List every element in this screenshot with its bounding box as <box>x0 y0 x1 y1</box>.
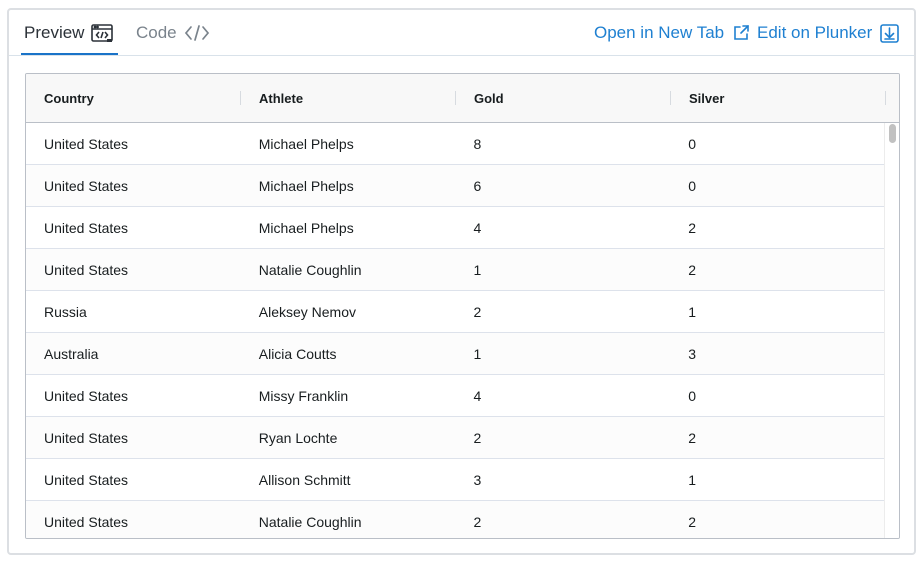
cell-athlete[interactable]: Allison Schmitt <box>241 459 456 500</box>
open-new-tab-label: Open in New Tab <box>594 23 725 42</box>
cell-gold[interactable]: 4 <box>456 375 671 416</box>
column-header-silver[interactable]: Silver <box>671 74 886 122</box>
column-header-country[interactable]: Country <box>26 74 241 122</box>
edit-on-plunker-link[interactable]: Edit on Plunker <box>757 22 900 44</box>
cell-gold[interactable]: 8 <box>456 123 671 164</box>
cell-silver[interactable]: 1 <box>670 459 885 500</box>
table-row[interactable]: United States Michael Phelps 6 0 <box>26 165 885 207</box>
cell-country[interactable]: United States <box>26 207 241 248</box>
cell-athlete[interactable]: Michael Phelps <box>241 165 456 206</box>
table-row[interactable]: United States Michael Phelps 8 0 <box>26 123 885 165</box>
cell-silver[interactable]: 0 <box>670 123 885 164</box>
cell-gold[interactable]: 4 <box>456 207 671 248</box>
vertical-scrollbar[interactable] <box>884 123 899 538</box>
external-link-icon <box>732 24 750 42</box>
open-new-tab-link[interactable]: Open in New Tab <box>594 22 750 44</box>
data-grid: Country Athlete Gold Silver United State… <box>25 73 900 539</box>
table-row[interactable]: United States Natalie Coughlin 1 2 <box>26 249 885 291</box>
cell-athlete[interactable]: Natalie Coughlin <box>241 249 456 290</box>
tab-preview-label: Preview <box>24 23 85 42</box>
cell-athlete[interactable]: Natalie Coughlin <box>241 501 456 538</box>
cell-silver[interactable]: 0 <box>670 375 885 416</box>
download-box-icon <box>880 23 900 43</box>
cell-silver[interactable]: 0 <box>670 165 885 206</box>
cell-athlete[interactable]: Michael Phelps <box>241 123 456 164</box>
cell-gold[interactable]: 2 <box>456 501 671 538</box>
column-header-athlete[interactable]: Athlete <box>241 74 456 122</box>
cell-silver[interactable]: 2 <box>670 207 885 248</box>
tab-preview[interactable]: Preview <box>24 22 114 44</box>
column-header-label: Gold <box>474 90 504 106</box>
tabs-bar: Preview Code Open in New Tab Edit on Plu… <box>9 10 914 56</box>
table-row[interactable]: United States Allison Schmitt 3 1 <box>26 459 885 501</box>
cell-athlete[interactable]: Ryan Lochte <box>241 417 456 458</box>
cell-country[interactable]: United States <box>26 123 241 164</box>
cell-silver[interactable]: 2 <box>670 417 885 458</box>
cell-athlete[interactable]: Alicia Coutts <box>241 333 456 374</box>
cell-gold[interactable]: 2 <box>456 291 671 332</box>
cell-gold[interactable]: 6 <box>456 165 671 206</box>
column-header-label: Country <box>44 90 94 106</box>
browser-code-icon <box>91 23 114 43</box>
cell-silver[interactable]: 1 <box>670 291 885 332</box>
cell-country[interactable]: United States <box>26 459 241 500</box>
grid-header: Country Athlete Gold Silver <box>26 74 899 123</box>
cell-athlete[interactable]: Aleksey Nemov <box>241 291 456 332</box>
scrollbar-thumb[interactable] <box>889 124 896 143</box>
table-row[interactable]: United States Missy Franklin 4 0 <box>26 375 885 417</box>
cell-country[interactable]: United States <box>26 249 241 290</box>
table-row[interactable]: Australia Alicia Coutts 1 3 <box>26 333 885 375</box>
example-frame: Preview Code Open in New Tab Edit on Plu… <box>7 8 916 555</box>
cell-athlete[interactable]: Michael Phelps <box>241 207 456 248</box>
table-row[interactable]: United States Ryan Lochte 2 2 <box>26 417 885 459</box>
cell-country[interactable]: United States <box>26 417 241 458</box>
cell-country[interactable]: Australia <box>26 333 241 374</box>
column-resize-handle[interactable] <box>885 91 886 105</box>
cell-silver[interactable]: 2 <box>670 249 885 290</box>
cell-country[interactable]: Russia <box>26 291 241 332</box>
cell-gold[interactable]: 2 <box>456 417 671 458</box>
cell-country[interactable]: United States <box>26 375 241 416</box>
cell-country[interactable]: United States <box>26 165 241 206</box>
column-header-label: Athlete <box>259 90 304 106</box>
table-row[interactable]: United States Natalie Coughlin 2 2 <box>26 501 885 538</box>
edit-on-plunker-label: Edit on Plunker <box>757 23 873 42</box>
tab-code[interactable]: Code <box>136 22 210 44</box>
column-header-gold[interactable]: Gold <box>456 74 671 122</box>
code-brackets-icon <box>184 24 210 42</box>
grid-body: United States Michael Phelps 8 0 United … <box>26 123 885 538</box>
table-row[interactable]: Russia Aleksey Nemov 2 1 <box>26 291 885 333</box>
cell-gold[interactable]: 1 <box>456 249 671 290</box>
table-row[interactable]: United States Michael Phelps 4 2 <box>26 207 885 249</box>
active-tab-indicator <box>21 53 118 55</box>
cell-athlete[interactable]: Missy Franklin <box>241 375 456 416</box>
tab-code-label: Code <box>136 23 177 42</box>
column-header-label: Silver <box>689 90 725 106</box>
cell-country[interactable]: United States <box>26 501 241 538</box>
cell-silver[interactable]: 2 <box>670 501 885 538</box>
cell-silver[interactable]: 3 <box>670 333 885 374</box>
cell-gold[interactable]: 3 <box>456 459 671 500</box>
cell-gold[interactable]: 1 <box>456 333 671 374</box>
